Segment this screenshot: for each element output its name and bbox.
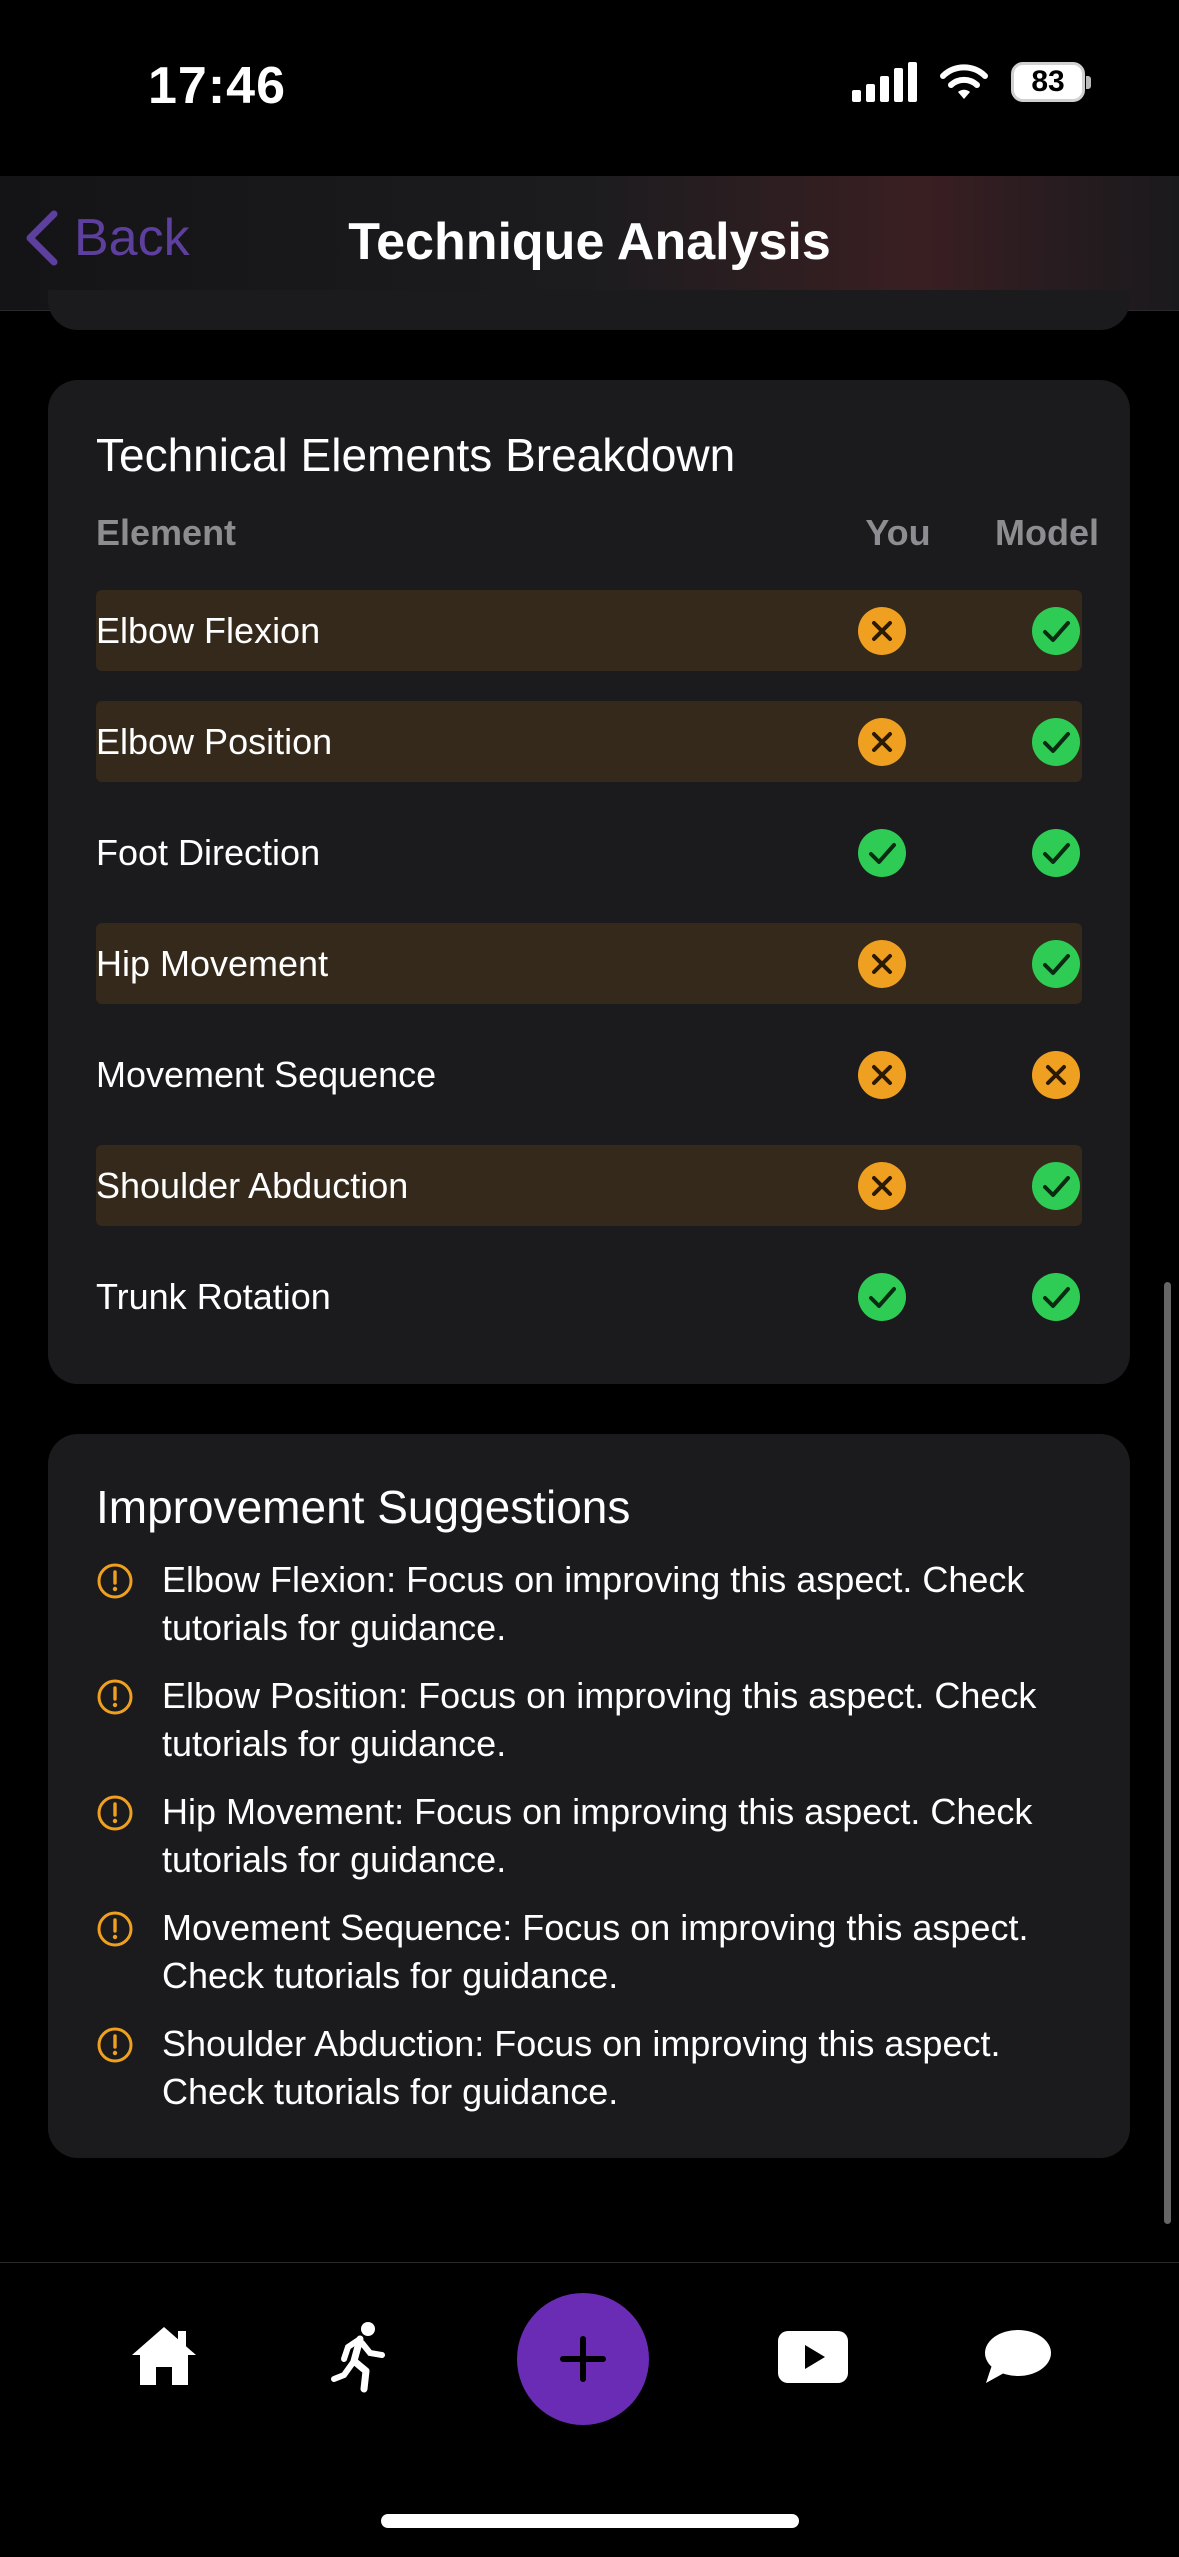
tab-bar	[0, 2262, 1179, 2557]
exclamation-circle-icon	[97, 1563, 133, 1599]
x-circle-icon	[858, 718, 906, 766]
check-circle-icon	[1032, 940, 1080, 988]
tab-chat[interactable]	[982, 2327, 1052, 2392]
x-circle-icon	[858, 940, 906, 988]
table-header: Element You Model	[96, 512, 1099, 556]
section-title: Technical Elements Breakdown	[96, 429, 736, 481]
column-header-you: You	[865, 512, 931, 553]
x-circle-icon	[858, 1162, 906, 1210]
suggestion-text: Shoulder Abduction: Focus on improving t…	[162, 2023, 1001, 2112]
check-circle-icon	[1032, 1273, 1080, 1321]
technical-elements-card: Technical Elements Breakdown Element You…	[48, 380, 1130, 1384]
plus-icon	[560, 2336, 606, 2382]
play-video-icon	[778, 2331, 848, 2383]
exclamation-circle-icon	[97, 2027, 133, 2063]
cellular-signal-icon	[852, 62, 917, 102]
suggestion-text: Movement Sequence: Focus on improving th…	[162, 1907, 1029, 1996]
section-title: Improvement Suggestions	[96, 1481, 631, 1533]
tab-home[interactable]	[128, 2323, 200, 2394]
check-circle-icon	[1032, 718, 1080, 766]
element-label: Elbow Flexion	[96, 610, 321, 651]
table-row: Shoulder Abduction	[96, 1145, 1082, 1226]
table-row: Elbow Position	[96, 701, 1082, 782]
exclamation-circle-icon	[97, 1911, 133, 1947]
status-bar: 17:46 83	[0, 0, 1179, 176]
suggestion-item: Shoulder Abduction: Focus on improving t…	[96, 2020, 1096, 2116]
check-circle-icon	[1032, 1162, 1080, 1210]
suggestions-list: Elbow Flexion: Focus on improving this a…	[96, 1556, 1096, 2136]
table-row: Hip Movement	[96, 923, 1082, 1004]
suggestion-item: Elbow Position: Focus on improving this …	[96, 1672, 1096, 1768]
battery-level: 83	[1031, 65, 1065, 98]
previous-card-bottom	[48, 290, 1130, 330]
suggestion-item: Movement Sequence: Focus on improving th…	[96, 1904, 1096, 2000]
add-button[interactable]	[517, 2293, 649, 2425]
column-header-model: Model	[995, 512, 1099, 553]
element-label: Elbow Position	[96, 721, 333, 762]
table-row: Elbow Flexion	[96, 590, 1082, 671]
elements-table: Elbow Flexion Elbow Position Foot Directio…	[96, 590, 1082, 1367]
check-circle-icon	[1032, 829, 1080, 877]
page-title: Technique Analysis	[348, 213, 831, 271]
element-label: Foot Direction	[96, 832, 321, 873]
check-circle-icon	[858, 829, 906, 877]
suggestion-text: Elbow Flexion: Focus on improving this a…	[162, 1559, 1025, 1648]
element-label: Shoulder Abduction	[96, 1165, 409, 1206]
status-time: 17:46	[148, 57, 286, 115]
suggestion-text: Elbow Position: Focus on improving this …	[162, 1675, 1037, 1764]
chat-bubble-icon	[985, 2330, 1051, 2383]
wifi-icon	[940, 64, 988, 99]
home-indicator[interactable]	[381, 2514, 799, 2528]
battery-icon: 83	[1011, 62, 1091, 102]
element-label: Hip Movement	[96, 943, 329, 984]
tab-videos[interactable]	[778, 2331, 848, 2388]
running-figure-icon	[331, 2322, 385, 2393]
x-circle-icon	[858, 1051, 906, 1099]
x-circle-icon	[1032, 1051, 1080, 1099]
column-header-element: Element	[96, 512, 237, 553]
suggestion-item: Elbow Flexion: Focus on improving this a…	[96, 1556, 1096, 1652]
element-label: Movement Sequence	[96, 1054, 437, 1095]
x-circle-icon	[858, 607, 906, 655]
home-icon	[132, 2327, 196, 2385]
exclamation-circle-icon	[97, 1679, 133, 1715]
table-row: Trunk Rotation	[96, 1256, 1082, 1337]
table-row: Foot Direction	[96, 812, 1082, 893]
tab-activity[interactable]	[330, 2321, 390, 2398]
check-circle-icon	[1032, 607, 1080, 655]
suggestion-item: Hip Movement: Focus on improving this as…	[96, 1788, 1096, 1884]
check-circle-icon	[858, 1273, 906, 1321]
improvement-suggestions-card: Improvement Suggestions Elbow Flexion: F…	[48, 1434, 1130, 2158]
element-label: Trunk Rotation	[96, 1276, 331, 1317]
table-row: Movement Sequence	[96, 1034, 1082, 1115]
exclamation-circle-icon	[97, 1795, 133, 1831]
scroll-indicator[interactable]	[1164, 1282, 1171, 2224]
suggestion-text: Hip Movement: Focus on improving this as…	[162, 1791, 1033, 1880]
status-icons: 83	[852, 62, 1091, 102]
